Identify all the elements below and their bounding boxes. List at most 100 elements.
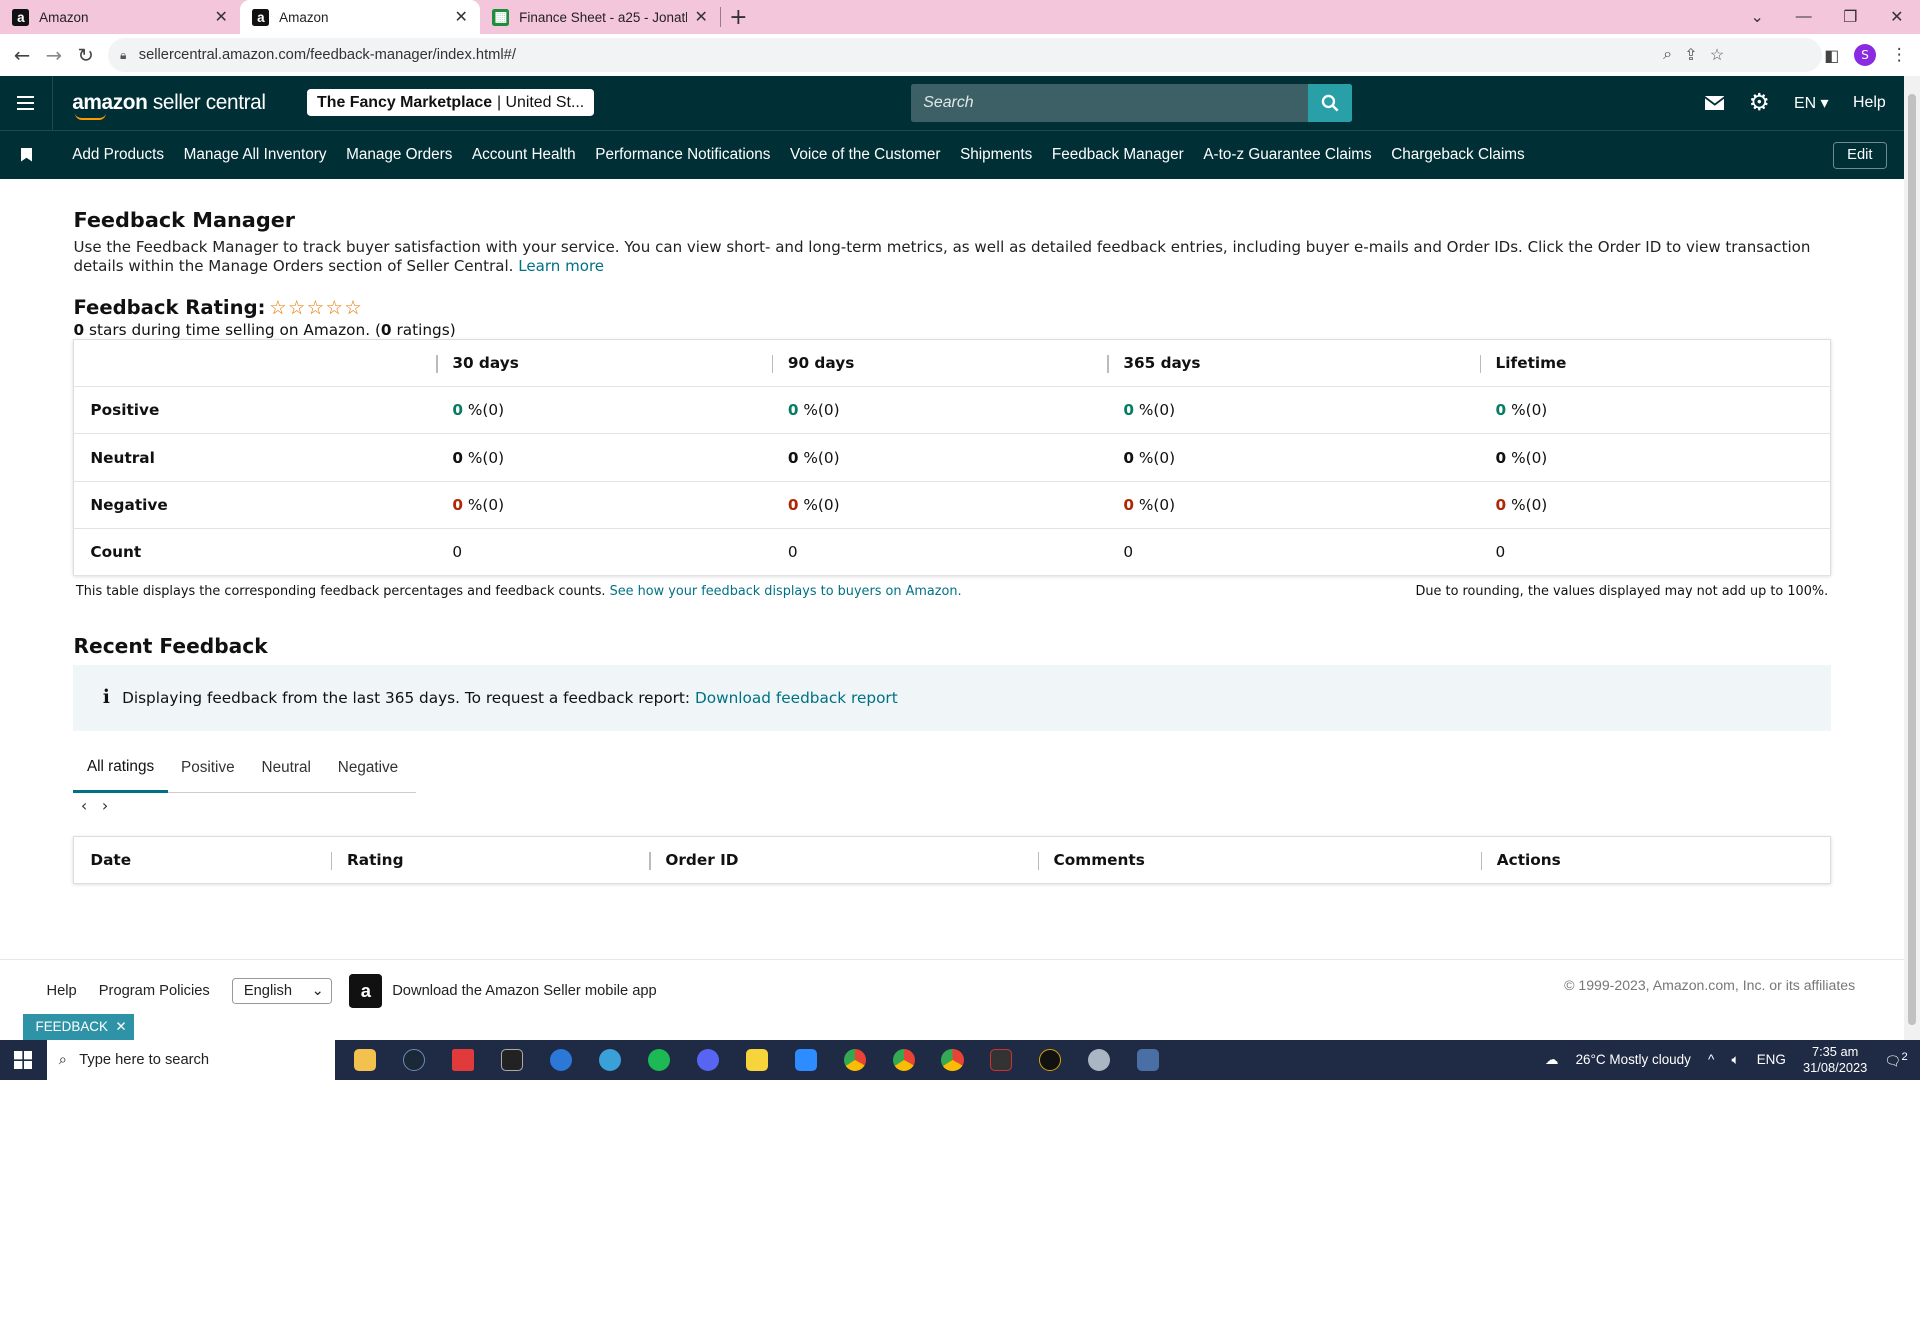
- chevron-right-icon[interactable]: ›: [102, 796, 108, 815]
- address-bar[interactable]: 🔒︎ sellercentral.amazon.com/feedback-man…: [108, 38, 1822, 72]
- tab-search-chevron-icon[interactable]: ⌄: [1734, 7, 1781, 27]
- new-tab-plus-icon[interactable]: +: [721, 0, 755, 34]
- notification-icon[interactable]: 🗨︎2: [1884, 1051, 1907, 1069]
- mail-icon[interactable]: [1705, 96, 1725, 111]
- scrollbar[interactable]: [1904, 76, 1920, 1040]
- input-language[interactable]: ENG: [1757, 1052, 1786, 1067]
- forward-arrow-icon[interactable]: →: [38, 44, 70, 67]
- browser-tab-active[interactable]: a Amazon ✕: [240, 0, 480, 34]
- tab-all-ratings[interactable]: All ratings: [73, 744, 167, 793]
- taskbar-search-placeholder[interactable]: Type here to search: [79, 1052, 209, 1068]
- discord-icon[interactable]: [683, 1040, 732, 1080]
- zoom-app-icon[interactable]: [781, 1040, 830, 1080]
- tab-neutral[interactable]: Neutral: [248, 744, 324, 793]
- taskbar-search[interactable]: ⌕ Type here to search: [47, 1040, 336, 1080]
- search-button[interactable]: [1308, 84, 1352, 122]
- windows-start-icon[interactable]: [0, 1040, 47, 1080]
- nav-add-products[interactable]: Add Products: [72, 146, 164, 164]
- scrollbar-thumb[interactable]: [1908, 94, 1917, 1025]
- column-header-date[interactable]: Date: [74, 837, 331, 884]
- tab-negative[interactable]: Negative: [324, 744, 411, 793]
- store-name: The Fancy Marketplace: [317, 94, 492, 112]
- sheets-favicon-icon: ▦: [492, 9, 509, 26]
- restore-icon[interactable]: ❐: [1827, 7, 1874, 27]
- download-report-link[interactable]: Download feedback report: [695, 689, 898, 707]
- close-tab-icon[interactable]: ✕: [454, 7, 467, 27]
- dark-app-icon[interactable]: [977, 1040, 1026, 1080]
- chrome-profile-active-icon[interactable]: [928, 1040, 977, 1080]
- sticky-notes-icon[interactable]: [732, 1040, 781, 1080]
- speed-app-icon[interactable]: [1026, 1040, 1075, 1080]
- mobile-app-promo[interactable]: a Download the Amazon Seller mobile app: [349, 974, 656, 1007]
- learn-more-link[interactable]: Learn more: [518, 257, 604, 275]
- nav-shipments[interactable]: Shipments: [960, 146, 1032, 164]
- tab-title: Amazon: [279, 10, 447, 25]
- column-header-order-id[interactable]: Order ID: [649, 837, 1037, 884]
- clock[interactable]: 7:35 am31/08/2023: [1803, 1044, 1867, 1076]
- nav-feedback-manager[interactable]: Feedback Manager: [1052, 146, 1184, 164]
- close-tab-icon[interactable]: ✕: [694, 7, 707, 27]
- spotify-icon[interactable]: [634, 1040, 683, 1080]
- feedback-display-link[interactable]: See how your feedback displays to buyers…: [610, 584, 962, 599]
- nav-manage-inventory[interactable]: Manage All Inventory: [184, 146, 327, 164]
- language-selector[interactable]: EN ▾: [1794, 93, 1829, 113]
- footer-help-link[interactable]: Help: [47, 983, 77, 999]
- bookmark-star-icon[interactable]: ☆: [1710, 45, 1724, 65]
- browser-tab[interactable]: a Amazon ✕: [0, 0, 240, 34]
- lock-icon[interactable]: 🔒︎: [120, 48, 127, 63]
- cell: 0 %(0): [436, 387, 772, 434]
- chrome-icon[interactable]: [830, 1040, 879, 1080]
- gear-icon[interactable]: ⚙: [1749, 89, 1770, 116]
- side-panel-icon[interactable]: ◧: [1824, 46, 1839, 65]
- reload-icon[interactable]: ↻: [70, 44, 102, 67]
- mobile-app-text[interactable]: Download the Amazon Seller mobile app: [392, 983, 657, 999]
- help-link[interactable]: Help: [1853, 94, 1886, 112]
- close-tab-icon[interactable]: ✕: [214, 7, 227, 27]
- nav-a-to-z-claims[interactable]: A-to-z Guarantee Claims: [1203, 146, 1371, 164]
- epic-games-icon[interactable]: [487, 1040, 536, 1080]
- feedback-button[interactable]: FEEDBACK ✕: [23, 1014, 134, 1040]
- seller-central-logo[interactable]: amazon seller central: [72, 91, 265, 115]
- column-header-rating[interactable]: Rating: [331, 837, 649, 884]
- steam-icon[interactable]: [389, 1040, 438, 1080]
- tab-title: Amazon: [39, 10, 207, 25]
- browser-tab[interactable]: ▦ Finance Sheet - a25 - Jonathan F ✕: [480, 0, 720, 34]
- red-app-icon[interactable]: [438, 1040, 487, 1080]
- share-icon[interactable]: ⇪: [1684, 45, 1697, 65]
- column-header-comments[interactable]: Comments: [1038, 837, 1481, 884]
- nav-chargeback-claims[interactable]: Chargeback Claims: [1391, 146, 1524, 164]
- bookmark-icon[interactable]: [0, 148, 53, 161]
- nav-account-health[interactable]: Account Health: [472, 146, 576, 164]
- program-policies-link[interactable]: Program Policies: [99, 983, 210, 999]
- url-text[interactable]: sellercentral.amazon.com/feedback-manage…: [139, 47, 516, 63]
- tab-positive[interactable]: Positive: [168, 744, 249, 793]
- nav-manage-orders[interactable]: Manage Orders: [346, 146, 452, 164]
- nav-voice-of-customer[interactable]: Voice of the Customer: [790, 146, 941, 164]
- shield-app-icon[interactable]: [1075, 1040, 1124, 1080]
- footer-language-select[interactable]: English⌄: [232, 978, 332, 1005]
- chrome-profile-icon[interactable]: [879, 1040, 928, 1080]
- count-value: 0: [1107, 528, 1479, 575]
- volume-icon[interactable]: 🔈︎: [1731, 1052, 1739, 1068]
- chevron-left-icon[interactable]: ‹: [81, 796, 87, 815]
- browser-menu-icon[interactable]: ⋮: [1891, 45, 1908, 65]
- blue-app-icon[interactable]: [536, 1040, 585, 1080]
- close-window-icon[interactable]: ✕: [1874, 7, 1920, 27]
- close-icon[interactable]: ✕: [115, 1019, 126, 1035]
- edit-nav-button[interactable]: Edit: [1833, 142, 1887, 169]
- weather-text[interactable]: 26°C Mostly cloudy: [1576, 1052, 1691, 1067]
- profile-avatar[interactable]: S: [1854, 44, 1876, 66]
- browser-game-icon[interactable]: [585, 1040, 634, 1080]
- search-input[interactable]: Search: [911, 84, 1308, 122]
- logo-seller-central-text: seller central: [147, 91, 265, 114]
- back-arrow-icon[interactable]: ←: [6, 44, 38, 67]
- hamburger-menu-icon[interactable]: [0, 76, 53, 130]
- chevron-up-icon[interactable]: ^: [1708, 1052, 1714, 1067]
- store-selector[interactable]: The Fancy Marketplace | United St...: [307, 89, 594, 116]
- zoom-icon[interactable]: ⌕: [1663, 46, 1672, 64]
- calculator-icon[interactable]: [1124, 1040, 1173, 1080]
- file-explorer-icon[interactable]: [340, 1040, 389, 1080]
- weather-cloud-icon[interactable]: ☁: [1545, 1052, 1558, 1068]
- minimize-icon[interactable]: —: [1780, 8, 1827, 26]
- nav-performance-notifications[interactable]: Performance Notifications: [595, 146, 770, 164]
